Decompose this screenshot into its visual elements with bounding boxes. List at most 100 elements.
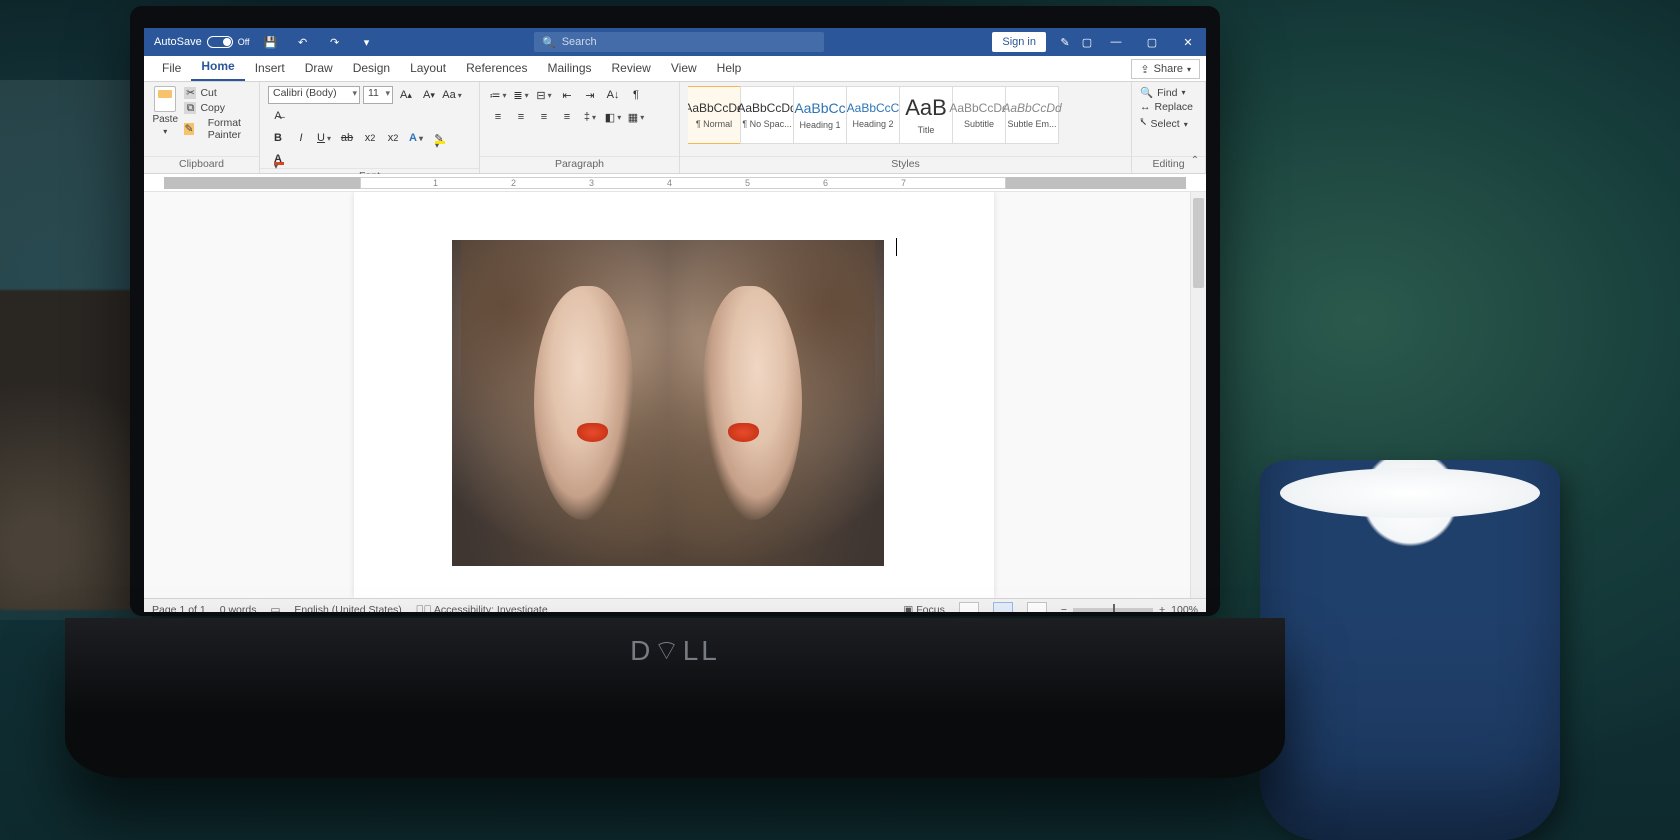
align-left-icon[interactable]: ≡: [488, 108, 508, 126]
vertical-scrollbar[interactable]: [1190, 192, 1206, 598]
document-area[interactable]: [144, 192, 1206, 598]
tab-layout[interactable]: Layout: [400, 56, 456, 81]
change-case-icon[interactable]: Aa: [442, 86, 462, 104]
bullets-icon[interactable]: ≔: [488, 86, 508, 104]
spellcheck-icon[interactable]: ▭: [270, 604, 280, 613]
read-mode-icon[interactable]: [959, 602, 979, 613]
tab-help[interactable]: Help: [707, 56, 752, 81]
strikethrough-button[interactable]: ab: [337, 129, 357, 147]
search-placeholder: Search: [562, 36, 597, 48]
sort-icon[interactable]: A↓: [603, 86, 623, 104]
web-layout-icon[interactable]: [1027, 602, 1047, 613]
numbering-icon[interactable]: ≣: [511, 86, 531, 104]
search-box[interactable]: 🔍 Search: [534, 32, 824, 52]
copy-button[interactable]: ⧉Copy: [184, 101, 251, 115]
line-spacing-icon[interactable]: ‡: [580, 108, 600, 126]
align-center-icon[interactable]: ≡: [511, 108, 531, 126]
autosave-state: Off: [238, 37, 250, 47]
font-family-combo[interactable]: Calibri (Body): [268, 86, 360, 104]
zoom-slider[interactable]: − + 100%: [1061, 604, 1198, 613]
increase-indent-icon[interactable]: ⇥: [580, 86, 600, 104]
style-title[interactable]: AaBTitle: [899, 86, 953, 144]
style--normal[interactable]: AaBbCcDd¶ Normal: [688, 86, 741, 144]
font-color-icon[interactable]: A: [268, 150, 288, 168]
maximize-button[interactable]: ▢: [1134, 28, 1170, 56]
multilevel-list-icon[interactable]: ⊟: [534, 86, 554, 104]
minimize-button[interactable]: —: [1098, 28, 1134, 56]
justify-icon[interactable]: ≡: [557, 108, 577, 126]
underline-button[interactable]: U: [314, 129, 334, 147]
group-styles: AaBbCcDd¶ NormalAaBbCcDd¶ No Spac...AaBb…: [680, 82, 1132, 173]
status-page[interactable]: Page 1 of 1: [152, 604, 206, 613]
style-name: Subtle Em...: [1007, 119, 1056, 129]
horizontal-ruler[interactable]: 1234567: [144, 174, 1206, 192]
clear-formatting-icon[interactable]: A̶: [268, 107, 288, 125]
save-icon[interactable]: 💾: [260, 32, 282, 52]
group-label-styles: Styles: [680, 156, 1131, 171]
redo-icon[interactable]: ↷: [324, 32, 346, 52]
scrollbar-thumb[interactable]: [1193, 198, 1204, 288]
find-button[interactable]: 🔍Find ▾: [1140, 86, 1186, 99]
paste-button[interactable]: Paste ▾: [152, 86, 178, 136]
text-effects-icon[interactable]: A: [406, 129, 426, 147]
zoom-out-icon[interactable]: −: [1061, 604, 1067, 613]
select-button[interactable]: ⭶Select ▾: [1140, 115, 1188, 133]
coming-soon-icon[interactable]: ✎: [1054, 32, 1076, 52]
highlight-color-icon[interactable]: ✎: [429, 129, 449, 147]
status-language[interactable]: English (United States): [294, 604, 401, 613]
style--no-spac-[interactable]: AaBbCcDd¶ No Spac...: [740, 86, 794, 144]
ruler-mark: 5: [745, 178, 750, 188]
collapse-ribbon-icon[interactable]: ⌃: [1188, 155, 1202, 169]
autosave-toggle[interactable]: AutoSave Off: [154, 36, 250, 48]
zoom-value[interactable]: 100%: [1171, 604, 1198, 613]
style-subtitle[interactable]: AaBbCcDdSubtitle: [952, 86, 1006, 144]
status-words[interactable]: 0 words: [220, 604, 257, 613]
qat-customize-icon[interactable]: ▾: [356, 32, 378, 52]
group-paragraph: ≔ ≣ ⊟ ⇤ ⇥ A↓ ¶ ≡ ≡ ≡ ≡: [480, 82, 680, 173]
cut-button[interactable]: ✂Cut: [184, 86, 251, 100]
tab-view[interactable]: View: [661, 56, 707, 81]
tab-insert[interactable]: Insert: [245, 56, 295, 81]
print-layout-icon[interactable]: [993, 602, 1013, 613]
style-name: Title: [918, 125, 935, 135]
show-marks-icon[interactable]: ¶: [626, 86, 646, 104]
tab-draw[interactable]: Draw: [295, 56, 343, 81]
ribbon-display-icon[interactable]: ▢: [1076, 32, 1098, 52]
paste-icon: [154, 86, 176, 112]
status-accessibility[interactable]: ✓⃝ Accessibility: Investigate: [416, 604, 548, 613]
find-icon: 🔍: [1140, 86, 1153, 99]
undo-icon[interactable]: ↶: [292, 32, 314, 52]
style-heading-2[interactable]: AaBbCcCHeading 2: [846, 86, 900, 144]
decrease-indent-icon[interactable]: ⇤: [557, 86, 577, 104]
grow-font-icon[interactable]: A▴: [396, 86, 416, 104]
zoom-in-icon[interactable]: +: [1159, 604, 1165, 613]
tab-file[interactable]: File: [152, 56, 191, 81]
font-size-combo[interactable]: 11: [363, 86, 393, 104]
shrink-font-icon[interactable]: A▾: [419, 86, 439, 104]
style-subtle-em-[interactable]: AaBbCcDdSubtle Em...: [1005, 86, 1059, 144]
share-button[interactable]: ⇪ Share ▾: [1131, 59, 1200, 79]
focus-mode-button[interactable]: ▣ Focus: [903, 604, 944, 613]
superscript-button[interactable]: x2: [383, 129, 403, 147]
replace-button[interactable]: ↔Replace: [1140, 101, 1193, 113]
tab-mailings[interactable]: Mailings: [537, 56, 601, 81]
format-painter-button[interactable]: ✎Format Painter: [184, 116, 251, 142]
tab-references[interactable]: References: [456, 56, 537, 81]
bold-button[interactable]: B: [268, 129, 288, 147]
style-heading-1[interactable]: AaBbCcHeading 1: [793, 86, 847, 144]
borders-icon[interactable]: ▦: [626, 108, 646, 126]
subscript-button[interactable]: x2: [360, 129, 380, 147]
statusbar: Page 1 of 1 0 words ▭ English (United St…: [144, 598, 1206, 612]
close-button[interactable]: ✕: [1170, 28, 1206, 56]
italic-button[interactable]: I: [291, 129, 311, 147]
align-right-icon[interactable]: ≡: [534, 108, 554, 126]
style-name: ¶ No Spac...: [742, 119, 791, 129]
inserted-image[interactable]: [452, 240, 884, 566]
zoom-track[interactable]: [1073, 608, 1153, 612]
shading-icon[interactable]: ◧: [603, 108, 623, 126]
tab-home[interactable]: Home: [191, 54, 244, 81]
signin-button[interactable]: Sign in: [992, 32, 1046, 52]
group-clipboard: Paste ▾ ✂Cut ⧉Copy ✎Format Painter Clipb…: [144, 82, 260, 173]
tab-design[interactable]: Design: [343, 56, 400, 81]
tab-review[interactable]: Review: [602, 56, 661, 81]
